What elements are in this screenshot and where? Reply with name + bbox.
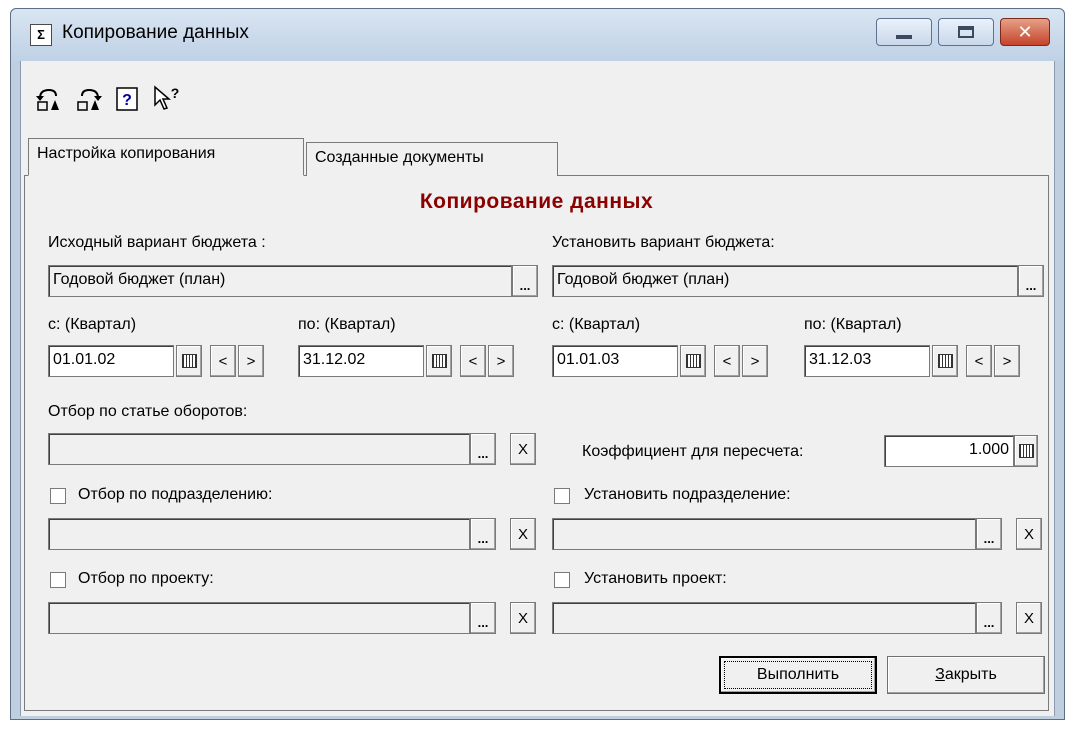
maximize-button[interactable] <box>938 18 994 46</box>
target-from-prev-button[interactable]: < <box>714 345 740 377</box>
target-to-calendar-button[interactable] <box>932 345 958 377</box>
window-title: Копирование данных <box>62 22 249 43</box>
tab-copy-settings[interactable]: Настройка копирования <box>28 138 304 176</box>
target-to-next-button[interactable]: > <box>994 345 1020 377</box>
source-from-next-button[interactable]: > <box>238 345 264 377</box>
undo-icon <box>36 88 59 111</box>
svg-text:?: ? <box>171 85 180 101</box>
target-to-date-input[interactable]: 31.12.03 <box>804 345 930 377</box>
source-to-prev-button[interactable]: < <box>460 345 486 377</box>
help-toolbar-button[interactable]: ? <box>114 84 140 114</box>
division-filter-label: Отбор по подразделению: <box>78 486 273 503</box>
close-button[interactable]: Закрыть <box>887 656 1045 694</box>
source-variant-label: Исходный вариант бюджета : <box>48 234 266 251</box>
turnover-clear-button[interactable]: X <box>510 433 536 465</box>
set-division-checkbox[interactable] <box>554 488 570 504</box>
source-variant-select-button[interactable]: ... <box>512 265 538 297</box>
set-division-select-button[interactable]: ... <box>976 518 1002 550</box>
target-from-date-input[interactable]: 01.01.03 <box>552 345 678 377</box>
source-to-next-button[interactable]: > <box>488 345 514 377</box>
coefficient-input[interactable]: 1.000 <box>884 435 1014 467</box>
close-icon: ✕ <box>1017 22 1033 42</box>
turnover-select-button[interactable]: ... <box>470 433 496 465</box>
target-variant-field[interactable]: Годовой бюджет (план) <box>552 265 1018 297</box>
set-division-label: Установить подразделение: <box>584 486 791 503</box>
set-project-select-button[interactable]: ... <box>976 602 1002 634</box>
target-variant-select-button[interactable]: ... <box>1018 265 1044 297</box>
division-filter-field[interactable] <box>48 518 470 550</box>
target-variant-label: Установить вариант бюджета: <box>552 234 775 251</box>
source-from-label: с: (Квартал) <box>48 316 137 333</box>
project-filter-checkbox[interactable] <box>50 572 66 588</box>
help-icon: ? <box>116 87 138 111</box>
svg-text:?: ? <box>122 92 132 109</box>
calendar-icon <box>181 354 197 368</box>
source-variant-field[interactable]: Годовой бюджет (план) <box>48 265 512 297</box>
source-to-date-input[interactable]: 31.12.02 <box>298 345 424 377</box>
set-division-field[interactable] <box>552 518 976 550</box>
source-from-prev-button[interactable]: < <box>210 345 236 377</box>
calculator-button[interactable] <box>1014 435 1038 467</box>
minimize-button[interactable] <box>876 18 932 46</box>
turnover-filter-field[interactable] <box>48 433 470 465</box>
source-to-calendar-button[interactable] <box>426 345 452 377</box>
target-from-next-button[interactable]: > <box>742 345 768 377</box>
whats-this-toolbar-button[interactable]: ? <box>150 84 184 114</box>
turnover-filter-label: Отбор по статье оборотов: <box>48 403 248 420</box>
target-to-label: по: (Квартал) <box>804 316 902 333</box>
division-filter-clear-button[interactable]: X <box>510 518 536 550</box>
whats-this-icon: ? <box>154 85 180 110</box>
close-button-label: акрыть <box>944 666 997 683</box>
tab-created-documents[interactable]: Созданные документы <box>306 142 558 176</box>
calculator-icon <box>1018 444 1034 458</box>
project-filter-field[interactable] <box>48 602 470 634</box>
undo-toolbar-button[interactable] <box>32 84 66 114</box>
maximize-icon <box>958 26 974 38</box>
project-filter-select-button[interactable]: ... <box>470 602 496 634</box>
set-division-clear-button[interactable]: X <box>1016 518 1042 550</box>
redo-icon <box>77 88 102 111</box>
source-from-date-input[interactable]: 01.01.02 <box>48 345 174 377</box>
source-from-calendar-button[interactable] <box>176 345 202 377</box>
set-project-field[interactable] <box>552 602 976 634</box>
form-heading: Копирование данных <box>419 190 654 213</box>
redo-toolbar-button[interactable] <box>72 84 106 114</box>
set-project-checkbox[interactable] <box>554 572 570 588</box>
close-window-button[interactable]: ✕ <box>1000 18 1050 46</box>
target-from-label: с: (Квартал) <box>552 316 641 333</box>
target-to-prev-button[interactable]: < <box>966 345 992 377</box>
project-filter-label: Отбор по проекту: <box>78 570 214 587</box>
calendar-icon <box>685 354 701 368</box>
calendar-icon <box>431 354 447 368</box>
target-from-calendar-button[interactable] <box>680 345 706 377</box>
set-project-clear-button[interactable]: X <box>1016 602 1042 634</box>
calendar-icon <box>937 354 953 368</box>
coefficient-label: Коэффициент для пересчета: <box>582 443 804 460</box>
set-project-label: Установить проект: <box>584 570 727 587</box>
project-filter-clear-button[interactable]: X <box>510 602 536 634</box>
source-to-label: по: (Квартал) <box>298 316 396 333</box>
division-filter-checkbox[interactable] <box>50 488 66 504</box>
execute-button[interactable]: Выполнить <box>719 656 877 694</box>
app-sigma-icon: Σ <box>30 24 52 46</box>
close-button-mnemonic: З <box>935 666 945 683</box>
division-filter-select-button[interactable]: ... <box>470 518 496 550</box>
minimize-icon <box>896 35 912 39</box>
